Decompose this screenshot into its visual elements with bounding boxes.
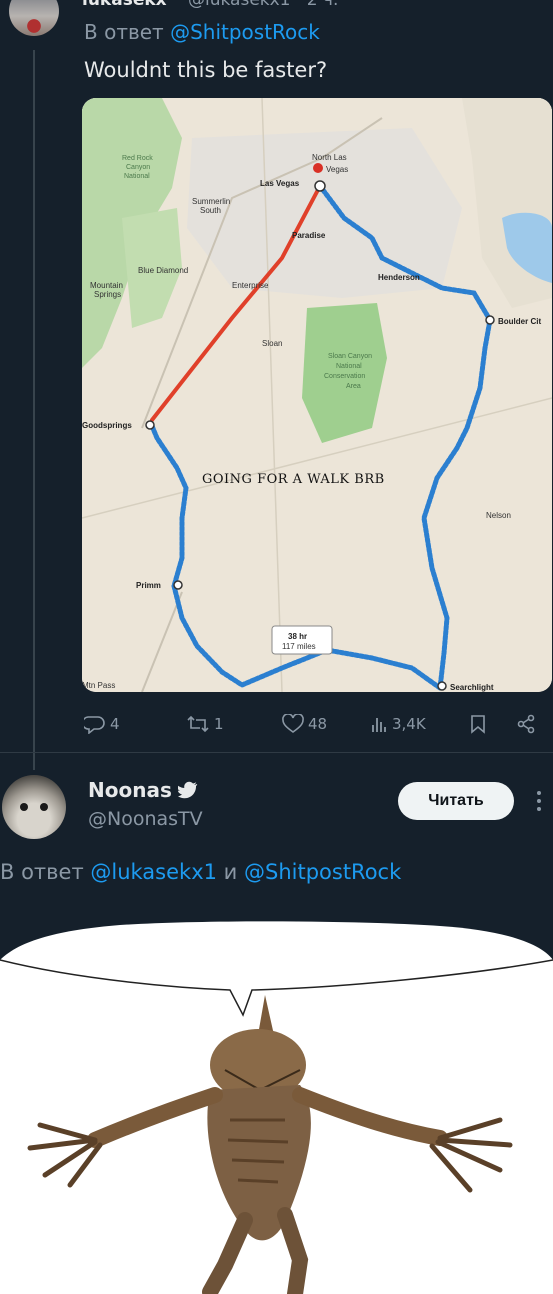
more-dot xyxy=(537,799,541,803)
map-label: National xyxy=(336,363,362,370)
share-icon xyxy=(517,714,535,734)
retweet-count: 1 xyxy=(214,715,224,733)
more-dot xyxy=(537,807,541,811)
more-options-button[interactable] xyxy=(532,786,546,816)
map-label: Searchlight xyxy=(450,683,494,692)
map-label: North Las xyxy=(312,153,347,162)
reply-prefix: В ответ xyxy=(0,860,91,884)
bookmark-icon xyxy=(471,715,485,734)
map-label: Conservation xyxy=(324,373,365,380)
map-label: Sloan xyxy=(262,339,282,348)
meme-graphic xyxy=(0,920,553,1294)
map-label: Nelson xyxy=(486,511,511,520)
map-label: Goodsprings xyxy=(82,421,132,430)
map-label: Boulder Cit xyxy=(498,317,541,326)
tweet2-author-handle[interactable]: @NoonasTV xyxy=(88,808,203,830)
boulder-city-marker xyxy=(485,315,495,325)
map-label: Las Vegas xyxy=(260,179,300,188)
walk-caption: GOING FOR A WALK BRB xyxy=(202,472,385,487)
map-graphic: Red Rock Canyon National North Las Vegas… xyxy=(82,98,552,692)
distance-text: 117 miles xyxy=(282,642,316,651)
reply-conjunction: и xyxy=(217,860,244,884)
map-label: Mtn Pass xyxy=(82,681,115,690)
goodsprings-marker xyxy=(145,420,155,430)
searchlight-marker xyxy=(437,681,447,691)
map-label: Canyon xyxy=(126,164,150,171)
heart-icon xyxy=(282,714,304,733)
like-count: 48 xyxy=(308,715,328,733)
like-button[interactable]: 48 xyxy=(282,714,327,734)
tweet2-author[interactable]: Noonas xyxy=(88,778,198,802)
tweet1-header: lukasekx @lukasekx1 · 2 ч. xyxy=(0,0,553,14)
tweet-divider xyxy=(0,752,553,753)
tweet2-avatar[interactable] xyxy=(2,775,66,839)
map-label: Primm xyxy=(136,581,161,590)
origin-marker xyxy=(314,180,326,192)
map-label: Area xyxy=(346,383,361,390)
primm-marker xyxy=(173,580,183,590)
retweet-button[interactable]: 1 xyxy=(186,714,224,734)
duration-text: 38 hr xyxy=(288,632,307,641)
follow-button[interactable]: Читать xyxy=(398,782,514,820)
map-label: Sloan Canyon xyxy=(328,353,372,360)
tweet1-avatar[interactable] xyxy=(9,0,59,36)
mention-link[interactable]: @lukasekx1 xyxy=(90,860,217,884)
mention-link[interactable]: @ShitpostRock xyxy=(244,860,401,884)
thread-line xyxy=(33,50,35,770)
more-dot xyxy=(537,791,541,795)
map-label: Enterprise xyxy=(232,281,269,290)
tweet1-reply-to: В ответ @ShitpostRock xyxy=(84,20,320,44)
reply-icon xyxy=(84,716,105,734)
twitter-bird-icon xyxy=(177,781,197,799)
reply-prefix: В ответ xyxy=(84,20,171,44)
tweet1-author-name[interactable]: lukasekx xyxy=(82,0,167,10)
share-button[interactable] xyxy=(516,714,536,734)
map-label: Summerlin xyxy=(192,197,230,206)
tweet2-reply-to: В ответ @lukasekx1 и @ShitpostRock xyxy=(0,860,401,884)
tweet1-action-bar: 4 1 48 3,4K xyxy=(84,710,544,738)
avatar-eye xyxy=(20,803,28,811)
map-label: Mountain xyxy=(90,281,123,290)
map-label: Paradise xyxy=(292,231,326,240)
map-label: Blue Diamond xyxy=(138,266,188,275)
map-label: Red Rock xyxy=(122,155,153,162)
map-label: Springs xyxy=(94,290,121,299)
retweet-icon xyxy=(187,715,209,733)
views-icon xyxy=(372,718,386,732)
map-label: National xyxy=(124,173,150,180)
map-label: South xyxy=(200,206,221,215)
tweet2-meme-image[interactable] xyxy=(0,920,553,1294)
views-button[interactable]: 3,4K xyxy=(370,714,426,734)
tweet1-text: Wouldnt this be faster? xyxy=(84,58,328,82)
reply-button[interactable]: 4 xyxy=(84,714,120,734)
north-las-vegas-pin xyxy=(313,163,323,173)
bookmark-button[interactable] xyxy=(470,714,486,734)
mention-link[interactable]: @ShitpostRock xyxy=(170,20,320,44)
tweet1-author-handle[interactable]: @lukasekx1 · 2 ч. xyxy=(188,0,338,10)
map-label: Vegas xyxy=(326,165,348,174)
tweet2-author-name[interactable]: Noonas xyxy=(88,778,172,802)
map-label: Henderson xyxy=(378,273,420,282)
reply-count: 4 xyxy=(110,715,120,733)
avatar-eye xyxy=(40,803,48,811)
tweet1-map-image[interactable]: Red Rock Canyon National North Las Vegas… xyxy=(82,98,552,692)
views-count: 3,4K xyxy=(392,715,426,733)
